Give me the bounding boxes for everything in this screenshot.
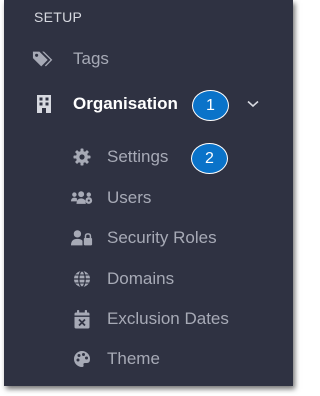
section-header-setup: SETUP	[34, 9, 83, 25]
palette-icon	[71, 347, 93, 371]
sidebar-subitem-settings[interactable]: Settings	[4, 139, 293, 175]
sidebar-subitem-security-roles[interactable]: Security Roles	[4, 220, 293, 256]
globe-icon	[71, 267, 93, 291]
sidebar-subitem-label: Settings	[107, 147, 169, 166]
sidebar-subitem-theme[interactable]: Theme	[4, 341, 293, 377]
sidebar-subitem-domains[interactable]: Domains	[4, 261, 293, 297]
sidebar-subitem-label: Exclusion Dates	[107, 309, 229, 328]
sidebar-item-label: Organisation	[73, 94, 178, 113]
sidebar-subitem-exclusion-dates[interactable]: Exclusion Dates	[4, 301, 293, 337]
callout-badge-2: 2	[191, 143, 228, 174]
gear-icon	[71, 145, 93, 169]
user-lock-icon	[71, 226, 93, 250]
sidebar-item-label: Tags	[73, 49, 109, 68]
sidebar-subitem-label: Users	[107, 188, 152, 207]
sidebar-subitem-label: Theme	[107, 349, 160, 368]
callout-badge-1: 1	[192, 90, 229, 121]
tags-icon	[32, 47, 56, 71]
sidebar-subitem-label: Security Roles	[107, 228, 217, 247]
sidebar-subitem-label: Domains	[107, 269, 175, 288]
sidebar-item-organisation[interactable]: Organisation	[4, 86, 293, 122]
sidebar-panel: SETUP Tags Organisation Settings Users S…	[4, 0, 293, 386]
building-icon	[32, 92, 56, 116]
sidebar-item-tags[interactable]: Tags	[4, 41, 293, 77]
sidebar-subitem-users[interactable]: Users	[4, 180, 293, 216]
users-icon	[71, 186, 93, 210]
chevron-down-icon[interactable]	[246, 97, 260, 111]
calendar-x-icon	[71, 307, 93, 331]
